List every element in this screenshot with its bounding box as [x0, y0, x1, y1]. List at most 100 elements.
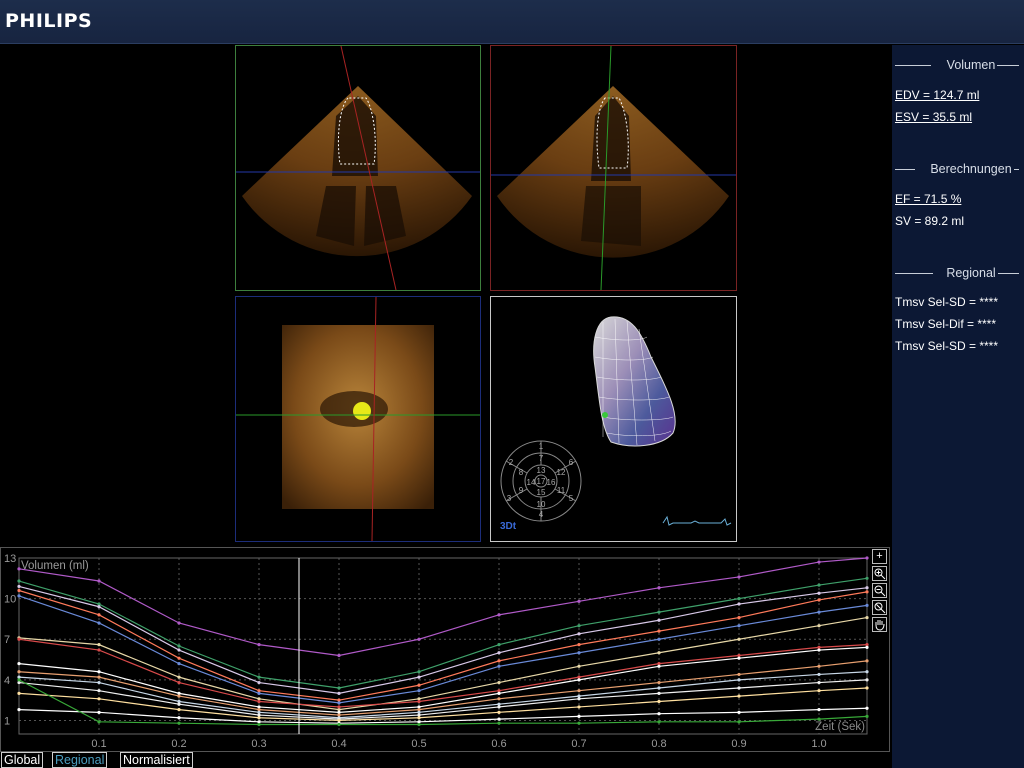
tab-global[interactable]: Global [1, 752, 44, 768]
data-point [257, 716, 261, 720]
data-point [865, 659, 869, 663]
data-point [817, 664, 821, 668]
viewport-apical-4ch[interactable] [235, 45, 481, 291]
data-point [177, 644, 181, 648]
svg-text:15: 15 [537, 488, 546, 497]
y-tick-label: 13 [4, 553, 16, 565]
regional-section-title: Regional [895, 266, 1019, 280]
ecg-trace [662, 515, 732, 526]
svg-text:7: 7 [539, 454, 544, 463]
data-point [577, 714, 581, 718]
data-point [817, 560, 821, 564]
data-point [97, 680, 101, 685]
data-point [737, 624, 741, 628]
data-point [177, 662, 181, 666]
data-point [737, 672, 741, 677]
data-point [657, 699, 661, 704]
data-point [177, 716, 181, 720]
data-point [817, 624, 821, 628]
esv-value[interactable]: ESV = 35.5 ml [895, 110, 972, 124]
data-point [657, 586, 661, 590]
data-point [417, 683, 421, 687]
data-point [17, 637, 21, 641]
data-point [817, 598, 821, 602]
x-tick-label: 0.8 [651, 738, 666, 750]
data-point [865, 686, 869, 690]
data-point [97, 689, 101, 693]
data-point [737, 637, 741, 641]
volume-curve-svg: 0.1 0.2 0.3 0.4 0.5 0.6 0.7 0.8 0.9 1.01471013Vol… [4, 553, 869, 750]
ef-value[interactable]: EF = 71.5 % [895, 192, 961, 206]
data-point [97, 648, 101, 652]
data-point [257, 691, 261, 695]
x-tick-label: 0.1 [91, 738, 106, 750]
data-point [177, 675, 181, 679]
data-point [737, 694, 741, 698]
data-point [737, 710, 741, 714]
data-point [257, 643, 261, 647]
y-tick-label: 10 [4, 594, 16, 606]
data-point [865, 556, 869, 560]
data-point [865, 615, 869, 620]
x-tick-label: 0.2 [171, 738, 186, 750]
volumen-section-title: Volumen [895, 58, 1019, 72]
viewport-apical-2ch[interactable] [490, 45, 737, 291]
data-point [177, 721, 181, 725]
data-point [817, 610, 821, 614]
chart-tabs: Global Regional Normalisiert [0, 752, 890, 768]
data-point [865, 590, 869, 594]
edv-value[interactable]: EDV = 124.7 ml [895, 88, 979, 102]
data-point [417, 637, 421, 641]
x-tick-label: 0.6 [491, 738, 506, 750]
data-point [177, 656, 181, 660]
data-point [657, 691, 661, 695]
svg-text:4: 4 [539, 510, 544, 519]
data-point [577, 697, 581, 701]
data-point [577, 664, 581, 668]
x-tick-label: 0.7 [571, 738, 586, 750]
data-point [97, 720, 101, 724]
zoom-out-icon [874, 585, 886, 597]
data-point [177, 621, 181, 625]
data-point [497, 721, 501, 725]
data-point [657, 610, 661, 614]
bullseye-label: 1 [539, 442, 544, 451]
data-point [17, 670, 21, 674]
viewport-short-axis[interactable] [235, 296, 481, 542]
pan-button[interactable] [872, 617, 887, 632]
data-point [737, 575, 741, 579]
data-point [737, 597, 741, 601]
zoom-in-button[interactable] [872, 566, 887, 581]
volume-curve-chart[interactable]: 0.1 0.2 0.3 0.4 0.5 0.6 0.7 0.8 0.9 1.0 1 4 7 10 13 Vol… [0, 547, 890, 752]
data-point [97, 670, 101, 674]
x-tick-label: 0.9 [731, 738, 746, 750]
x-tick-label: 1.0 [811, 738, 826, 750]
add-marker-button[interactable]: + [872, 549, 887, 564]
data-point [257, 675, 261, 679]
hand-icon [875, 620, 885, 631]
data-point [97, 613, 101, 617]
tab-normalisiert[interactable]: Normalisiert [120, 752, 193, 768]
zoom-out-button[interactable] [872, 583, 887, 598]
viewport-3d-model[interactable]: 1 2 3 4 5 6 7 8 9 10 11 12 13 14 15 16 1… [490, 296, 737, 542]
data-point [657, 720, 661, 724]
zoom-fit-button[interactable] [872, 600, 887, 615]
svg-text:8: 8 [519, 468, 524, 477]
svg-text:17: 17 [537, 477, 546, 486]
svg-text:3: 3 [507, 494, 512, 503]
tab-regional[interactable]: Regional [52, 752, 108, 768]
data-point [737, 602, 741, 606]
sv-value: SV = 89.2 ml [895, 214, 965, 228]
data-point [257, 699, 261, 704]
zoom-in-icon [874, 568, 886, 580]
svg-text:11: 11 [557, 486, 566, 495]
data-point [577, 689, 581, 693]
y-tick-label: 1 [4, 715, 10, 727]
echo-image-4ch [236, 46, 480, 290]
data-point [337, 686, 341, 690]
data-point [865, 714, 869, 718]
svg-text:12: 12 [557, 468, 566, 477]
data-point [657, 712, 661, 716]
data-point [177, 694, 181, 698]
data-point [577, 678, 581, 682]
